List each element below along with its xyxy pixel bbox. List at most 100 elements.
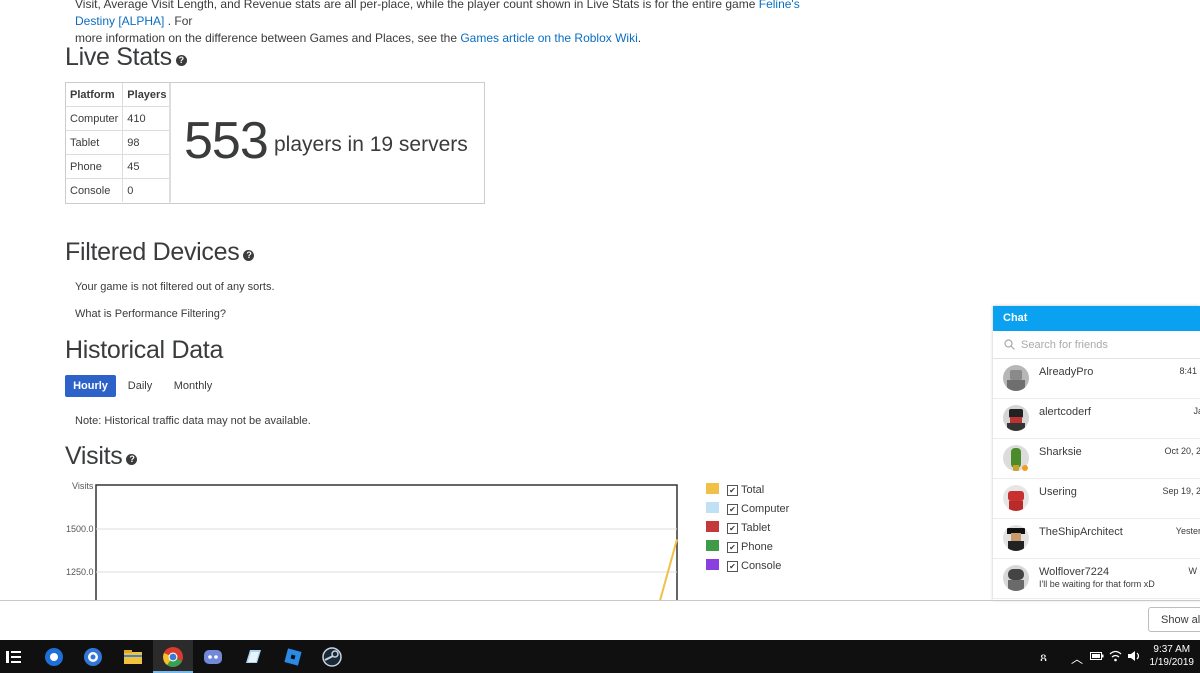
filtered-devices-title: Filtered Devices [65, 238, 240, 266]
friend-time: Oct 20, 20 [1164, 446, 1200, 456]
legend-swatch [706, 521, 719, 532]
tab-monthly[interactable]: Monthly [166, 375, 220, 397]
steam-icon[interactable] [320, 645, 344, 669]
notepad-app-icon[interactable] [241, 645, 265, 669]
y-tick-label: 1250.0 [66, 567, 94, 577]
legend-item-console[interactable]: ✔ Console [706, 559, 781, 572]
divider [169, 83, 170, 203]
discord-icon[interactable] [201, 645, 225, 669]
taskbar: ጸ ︿ 9:37 AM 1/19/2019 [0, 640, 1200, 673]
players-cell: 0 [122, 178, 172, 202]
chat-friend-row[interactable]: Usering Sep 19, 20 [993, 478, 1200, 519]
y-tick-label: 1500.0 [66, 524, 94, 534]
legend-item-phone[interactable]: ✔ Phone [706, 540, 773, 553]
legend-label: Total [741, 484, 765, 496]
checkbox-icon[interactable]: ✔ [727, 485, 738, 496]
edge-like-icon[interactable] [81, 645, 105, 669]
legend-label: Tablet [741, 522, 771, 534]
wiki-link[interactable]: Games article on the Roblox Wiki [460, 31, 637, 45]
chat-header[interactable]: Chat [993, 306, 1200, 331]
legend-swatch [706, 559, 719, 570]
checkbox-icon[interactable]: ✔ [727, 504, 738, 515]
avatar [1003, 525, 1029, 551]
help-icon[interactable]: ? [175, 55, 187, 66]
live-stats-title: Live Stats [65, 43, 172, 71]
table-row: Phone 45 [66, 154, 172, 179]
avatar [1003, 485, 1029, 511]
roblox-studio-icon[interactable] [281, 645, 305, 669]
chat-friend-row[interactable]: alertcoderf Ja [993, 398, 1200, 439]
chat-friend-row[interactable]: TheShipArchitect Yesterd [993, 518, 1200, 559]
wifi-icon[interactable] [1109, 650, 1122, 662]
help-icon[interactable]: ? [243, 250, 255, 261]
system-clock[interactable]: 9:37 AM 1/19/2019 [1150, 643, 1195, 669]
file-explorer-icon[interactable] [121, 645, 145, 669]
legend-label: Phone [741, 541, 773, 553]
filtered-devices-heading: Filtered Devices? [65, 238, 255, 267]
search-friends-input[interactable]: Search for friends [993, 332, 1200, 359]
servers-summary: players in 19 servers [274, 133, 468, 156]
friend-name: Usering [1039, 486, 1077, 498]
players-cell: 98 [122, 130, 172, 155]
avatar [1003, 405, 1029, 431]
friend-name: TheShipArchitect [1039, 526, 1123, 538]
platform-cell: Tablet [66, 130, 124, 155]
friend-time: Ja [1193, 406, 1200, 416]
series-layer [659, 539, 678, 600]
intro-line2-end: . [637, 31, 642, 45]
legend-item-computer[interactable]: ✔ Computer [706, 502, 789, 515]
platform-cell: Computer [66, 106, 124, 131]
clock-time: 9:37 AM [1153, 644, 1191, 655]
legend-swatch [706, 502, 719, 513]
avatar [1003, 365, 1029, 391]
chat-friend-row[interactable]: AlreadyPro 8:41 [993, 358, 1200, 399]
blue-circle-app-icon[interactable] [42, 645, 66, 669]
status-dot [1022, 465, 1028, 471]
total-players: 553 [184, 112, 269, 170]
visits-heading: Visits? [65, 442, 138, 471]
friend-time: Sep 19, 20 [1162, 486, 1200, 496]
clock-date: 1/19/2019 [1149, 657, 1195, 668]
avatar [1003, 565, 1029, 591]
intro-line1-end: . For [164, 14, 193, 28]
friend-name: Sharksie [1039, 446, 1082, 458]
friend-name: Wolflover7224 [1039, 566, 1110, 578]
chat-friend-row[interactable]: Wolflover7224 I'll be waiting for that f… [993, 558, 1200, 599]
page-divider [0, 600, 1200, 601]
friend-time: 8:41 [1179, 366, 1197, 376]
filtered-note: Your game is not filtered out of any sor… [75, 281, 275, 293]
friend-time: W [1188, 566, 1198, 576]
visits-chart: Visits 1500.0 1250.0 [66, 481, 678, 600]
checkbox-icon[interactable]: ✔ [727, 561, 738, 572]
intro-line1: Visit, Average Visit Length, and Revenue… [75, 0, 759, 11]
chat-title: Chat [1003, 312, 1028, 324]
chevron-up-icon[interactable]: ︿ [1071, 650, 1083, 667]
header-platform: Platform [66, 83, 124, 107]
players-cell: 45 [122, 154, 172, 179]
volume-icon[interactable] [1127, 650, 1141, 662]
search-icon [1004, 339, 1015, 350]
checkbox-icon[interactable]: ✔ [727, 523, 738, 534]
legend-label: Console [741, 560, 782, 572]
legend-label: Computer [741, 503, 790, 515]
battery-icon[interactable] [1090, 651, 1104, 661]
people-icon[interactable]: ጸ [1040, 650, 1047, 665]
table-row: Tablet 98 [66, 130, 172, 155]
friend-name: alertcoderf [1039, 406, 1091, 418]
table-header-row: Platform Players [66, 83, 172, 107]
checkbox-icon[interactable]: ✔ [727, 542, 738, 553]
chat-panel: Chat Search for friends AlreadyPro 8:41 … [993, 306, 1200, 600]
task-view-icon[interactable] [2, 645, 26, 669]
friend-last-message: I'll be waiting for that form xD [1039, 579, 1155, 589]
chat-friend-row[interactable]: Sharksie Oct 20, 20 [993, 438, 1200, 479]
tab-hourly[interactable]: Hourly [65, 375, 116, 397]
legend-item-tablet[interactable]: ✔ Tablet [706, 521, 770, 534]
legend-item-total[interactable]: ✔ Total [706, 483, 764, 496]
chrome-icon[interactable] [161, 645, 185, 669]
show-all-button[interactable]: Show all [1148, 607, 1200, 632]
help-icon[interactable]: ? [126, 454, 138, 465]
performance-filtering-link[interactable]: What is Performance Filtering? [75, 308, 226, 320]
table-row: Computer 410 [66, 106, 172, 131]
tab-daily[interactable]: Daily [122, 375, 158, 397]
historical-note: Note: Historical traffic data may not be… [75, 415, 311, 427]
